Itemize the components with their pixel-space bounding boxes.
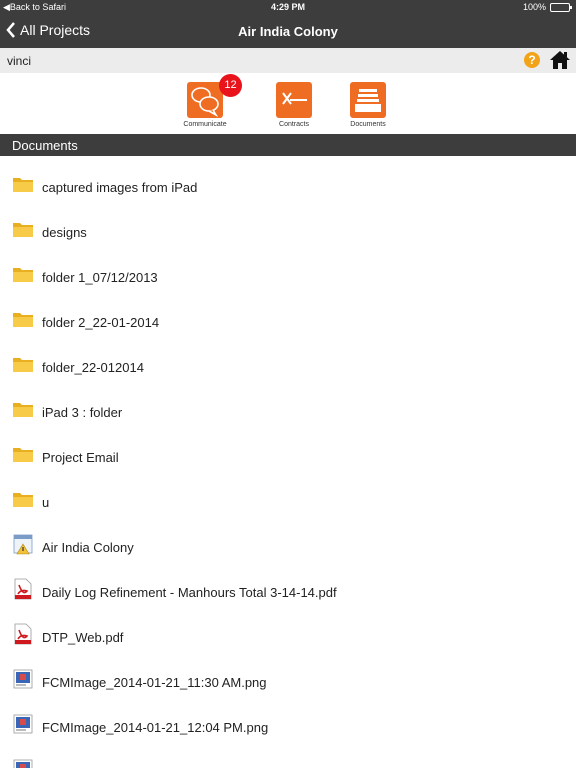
speech-bubbles-icon — [191, 87, 219, 118]
document-name: FCMImage_2014-01-21_12:04 PM.png — [42, 720, 269, 735]
document-name: Daily Log Refinement - Manhours Total 3-… — [42, 585, 337, 600]
folder-icon — [12, 488, 34, 510]
document-name: iPad 3 : folder — [42, 405, 123, 420]
document-name: Project Email — [42, 450, 119, 465]
folder-icon — [12, 218, 34, 240]
folder-icon — [12, 443, 34, 465]
document-name: u — [42, 495, 50, 510]
image-file-icon — [12, 758, 34, 768]
help-icon[interactable]: ? — [524, 52, 540, 68]
file-row[interactable]: FCMImage_2014-01-21_11:30 AM.png — [0, 655, 576, 700]
folder-row[interactable]: folder 2_22-01-2014 — [0, 295, 576, 340]
folder-row[interactable]: folder 1_07/12/2013 — [0, 250, 576, 295]
all-projects-back-button[interactable]: All Projects — [6, 22, 90, 38]
contract-signature-icon — [282, 92, 307, 105]
warning-document-icon — [12, 533, 34, 555]
document-list: captured images from iPad designs folder 1… — [0, 156, 576, 768]
document-name: Air India Colony — [42, 540, 134, 555]
file-row[interactable]: Air India Colony — [0, 520, 576, 565]
document-name: FCMImage_2014-01-21_11:30 AM.png — [42, 675, 267, 690]
back-button-label: All Projects — [20, 22, 91, 38]
folder-row[interactable]: Project Email — [0, 430, 576, 475]
chevron-left-icon — [6, 22, 15, 38]
folder-row[interactable]: folder_22-012014 — [0, 340, 576, 385]
folder-icon — [12, 173, 34, 195]
document-name: DTP_Web.pdf — [42, 630, 124, 645]
document-name: folder 2_22-01-2014 — [42, 315, 160, 330]
documents-stack-icon — [355, 89, 381, 112]
document-name: folder 1_07/12/2013 — [42, 270, 158, 285]
folder-row[interactable]: iPad 3 : folder — [0, 385, 576, 430]
file-row[interactable]: FCMImage_2014-01-21_12:04 PM.png — [0, 700, 576, 745]
pdf-file-icon — [12, 578, 34, 600]
image-file-icon — [12, 668, 34, 690]
folder-row[interactable]: u — [0, 475, 576, 520]
communicate-label: Communicate — [183, 121, 227, 128]
file-row[interactable]: Daily Log Refinement - Manhours Total 3-… — [0, 565, 576, 610]
file-row[interactable]: FCMImage_2014-01-21 12:04 PM.png — [0, 745, 576, 768]
document-name: folder_22-012014 — [42, 360, 144, 375]
documents-button[interactable]: Documents — [333, 82, 403, 128]
folder-row[interactable]: captured images from iPad — [0, 160, 576, 205]
home-icon[interactable] — [549, 50, 571, 70]
user-name: vinci — [7, 54, 32, 68]
document-name: designs — [42, 225, 87, 240]
documents-section-header: Documents — [0, 134, 576, 156]
file-row[interactable]: DTP_Web.pdf — [0, 610, 576, 655]
folder-row[interactable]: designs — [0, 205, 576, 250]
image-file-icon — [12, 713, 34, 735]
status-bar: ◀Back to Safari 4:29 PM 100% — [0, 0, 576, 15]
battery-icon — [550, 2, 572, 12]
pdf-file-icon — [12, 623, 34, 645]
folder-icon — [12, 263, 34, 285]
navigation-bar: All Projects Air India Colony — [0, 15, 576, 48]
document-name: captured images from iPad — [42, 180, 198, 195]
user-bar: vinci — [0, 48, 576, 73]
notification-badge: 12 — [219, 74, 242, 97]
folder-icon — [12, 308, 34, 330]
folder-icon — [12, 353, 34, 375]
folder-icon — [12, 398, 34, 420]
battery-status: 100% — [522, 2, 572, 12]
clock: 4:29 PM — [270, 2, 305, 12]
contracts-button[interactable]: Contracts — [259, 82, 329, 128]
module-toolbar: Communicate Contracts Documents — [0, 73, 576, 134]
battery-percent: 100% — [522, 2, 546, 12]
documents-label: Documents — [350, 121, 386, 128]
contracts-label: Contracts — [279, 121, 309, 128]
